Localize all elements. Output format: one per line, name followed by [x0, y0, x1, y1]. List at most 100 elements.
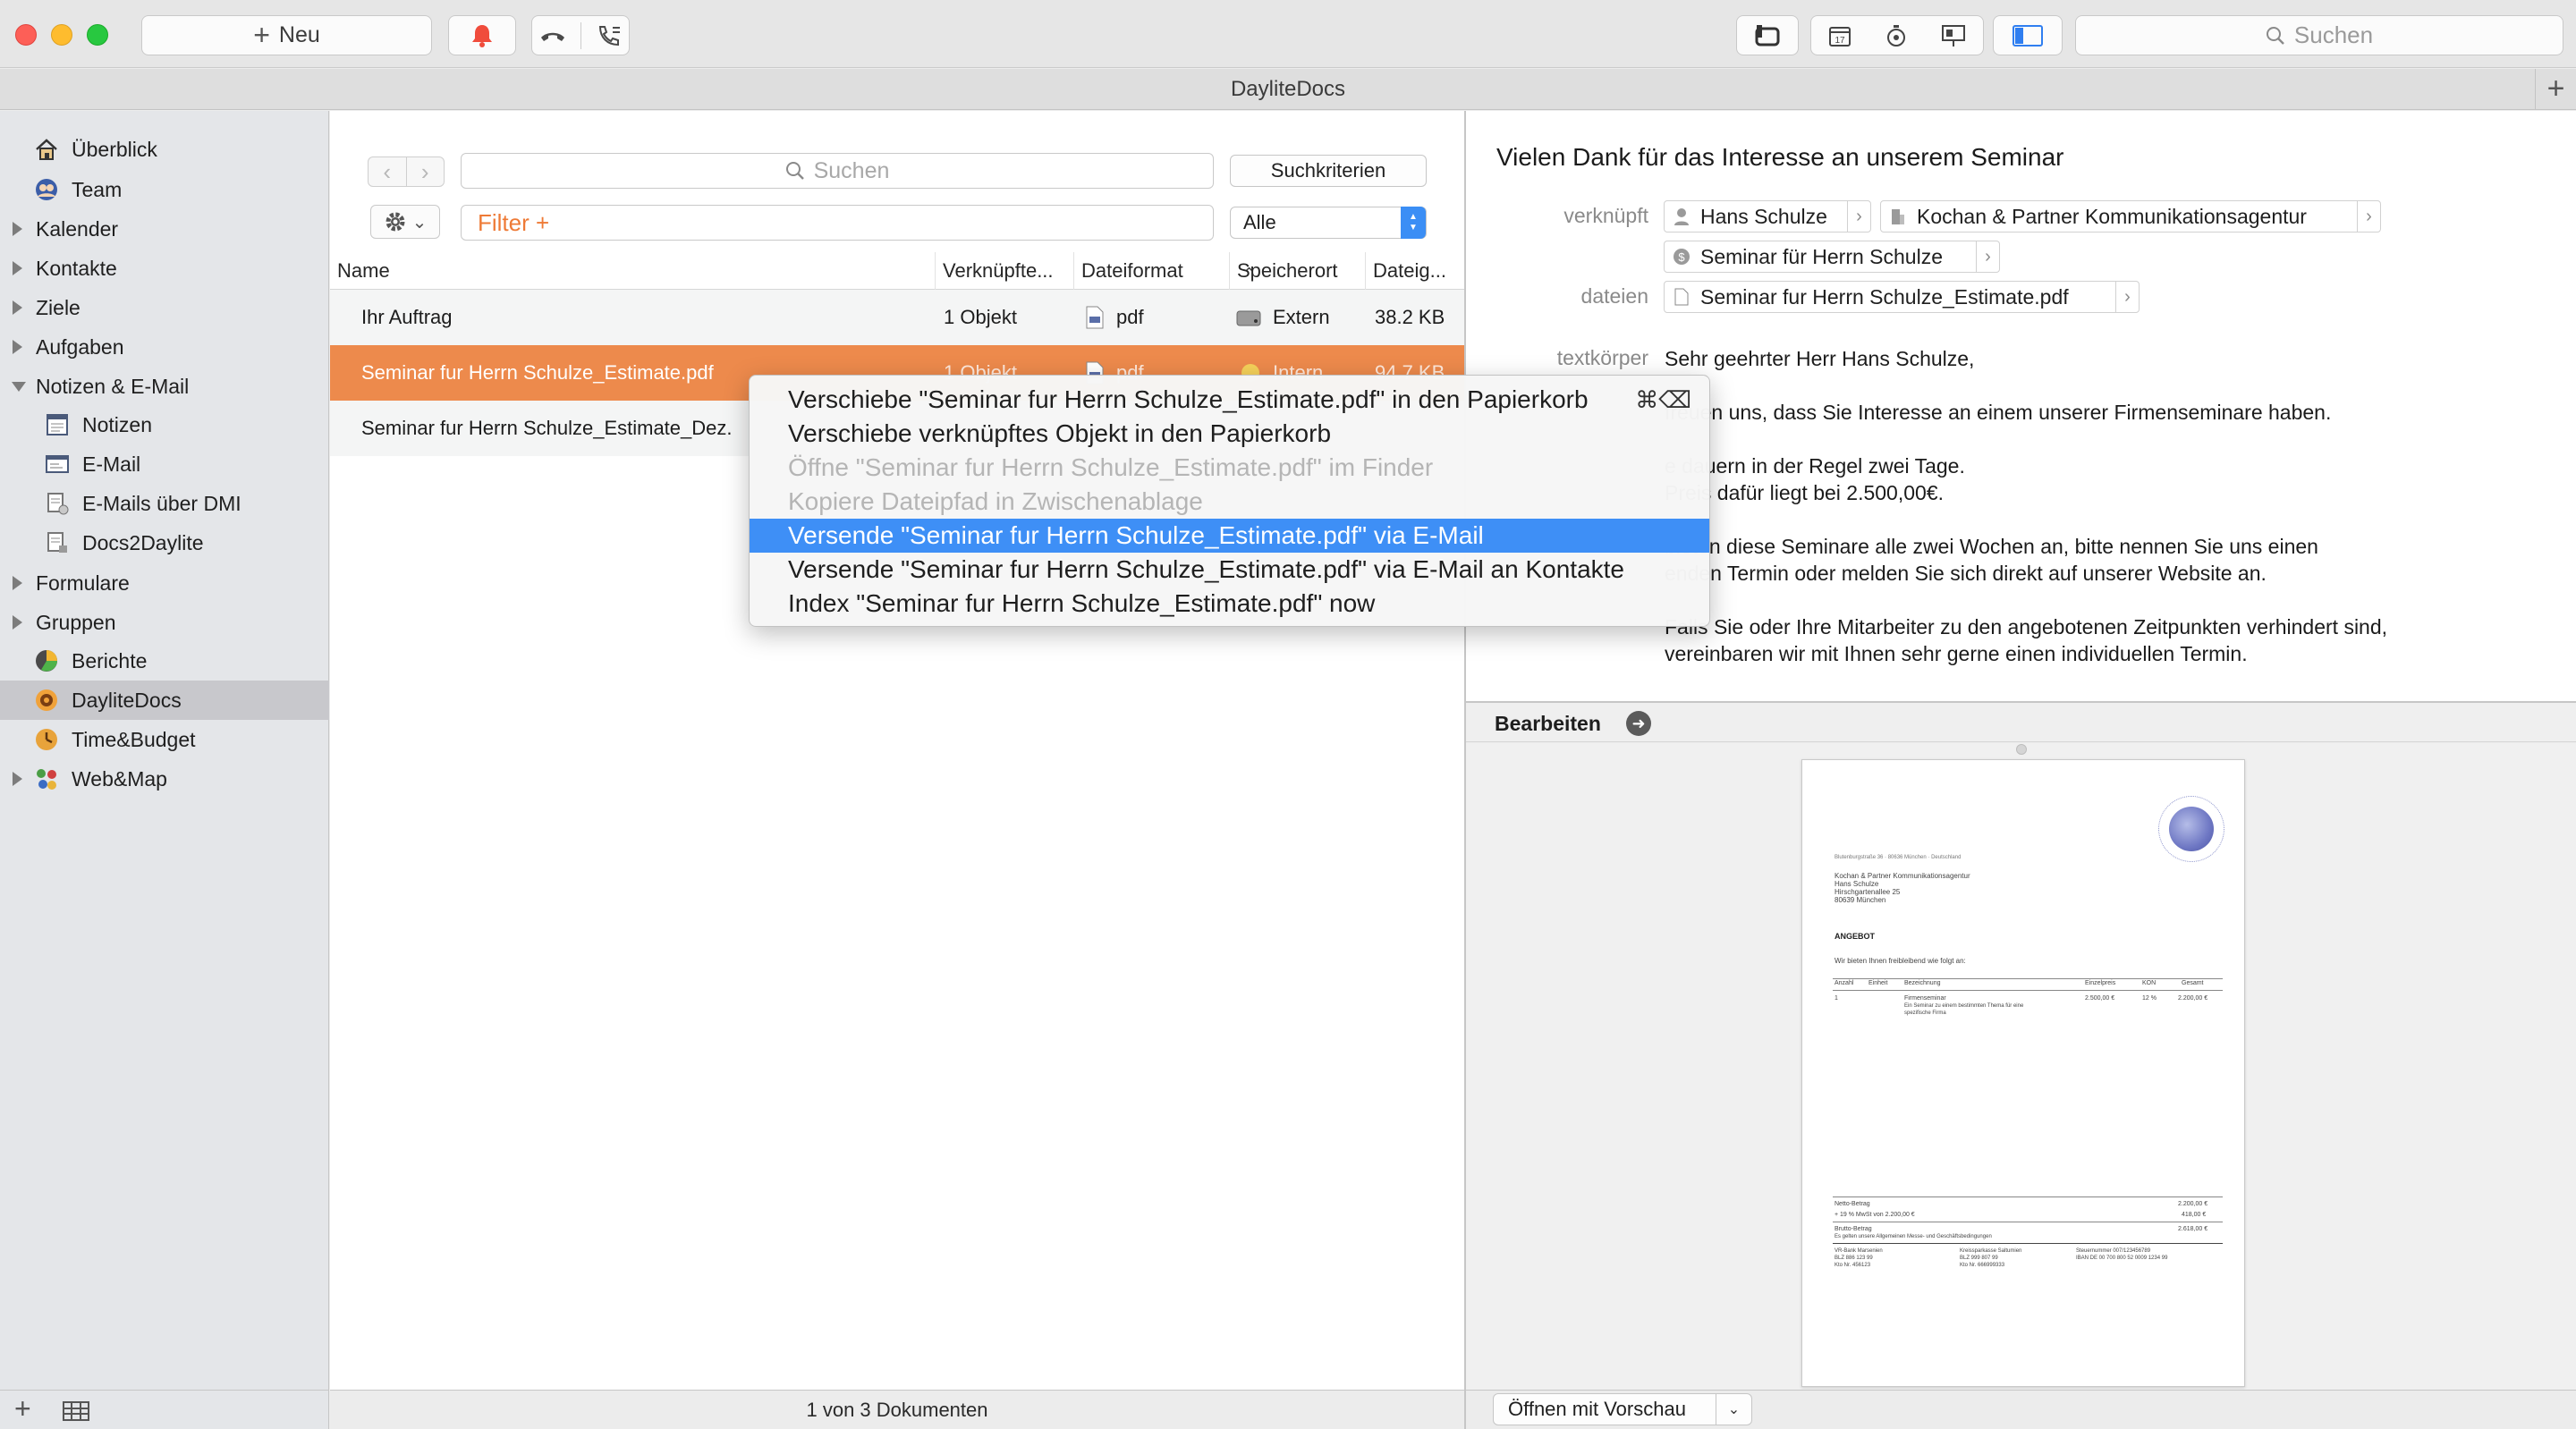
forward-arrow-icon[interactable]: ›	[405, 157, 445, 186]
sidebar-item-label: E-Mails über DMI	[82, 491, 242, 515]
arrow-right-circle-icon[interactable]: ➜	[1626, 711, 1651, 736]
pdf-col-header: Einzelpreis	[2085, 980, 2116, 986]
sidebar-item-daylitedocs[interactable]: DayliteDocs	[0, 681, 329, 720]
menu-item-send-via-email[interactable]: Versende "Seminar fur Herrn Schulze_Esti…	[750, 519, 1709, 553]
open-with-preview-button[interactable]: Öffnen mit Vorschau ⌄	[1493, 1393, 1752, 1425]
column-name[interactable]: Name	[330, 252, 929, 290]
sidebar-item-notes-email[interactable]: Notizen & E-Mail	[0, 367, 329, 406]
pdf-footer-text: Kto Nr. 666999333	[1960, 1263, 2005, 1268]
pdf-item-desc: Ein Seminar zu einem bestimmten Thema fü…	[1904, 1003, 2024, 1009]
sidebar-item-label: E-Mail	[82, 452, 141, 476]
tab-title[interactable]: DayliteDocs	[1231, 77, 1345, 102]
chevron-right-icon[interactable]: ›	[1976, 241, 1999, 272]
column-location[interactable]: Speicherort	[1229, 252, 1363, 290]
minimize-window-button[interactable]	[51, 24, 72, 46]
zoom-window-button[interactable]	[87, 24, 108, 46]
reports-icon	[36, 650, 57, 672]
disclosure-triangle-icon[interactable]	[13, 772, 22, 786]
timebudget-icon	[36, 729, 57, 750]
row-location: Extern	[1273, 306, 1330, 328]
body-line	[1665, 426, 2559, 452]
close-window-button[interactable]	[15, 24, 37, 46]
sidebar-item-email[interactable]: E-Mail	[0, 444, 329, 484]
linked-chip-company[interactable]: Kochan & Partner Kommunikationsagentur ›	[1880, 200, 2381, 233]
new-button[interactable]: + Neu	[141, 15, 432, 55]
sidebar-item-notes[interactable]: Notizen	[0, 405, 329, 444]
list-search-field[interactable]: Suchen	[461, 153, 1214, 189]
body-line: Sehr geehrter Herr Hans Schulze,	[1665, 347, 1975, 370]
column-format[interactable]: Dateiformat	[1073, 252, 1211, 290]
body-line: enden Termin oder melden Sie sich direkt…	[1665, 562, 2267, 585]
sidebar-item-tasks[interactable]: Aufgaben	[0, 327, 329, 367]
body-label: textkörper	[1556, 346, 1648, 369]
notifications-button[interactable]	[448, 15, 516, 55]
global-search-field[interactable]: Suchen	[2075, 15, 2563, 55]
sidebar-item-goals[interactable]: Ziele	[0, 288, 329, 327]
linked-chip-person[interactable]: Hans Schulze ›	[1664, 200, 1871, 233]
pdf-footer-text: BLZ 999 807 99	[1960, 1256, 1998, 1261]
daylite-link-icon	[1755, 24, 1780, 46]
sidebar-item-groups[interactable]: Gruppen	[0, 603, 329, 642]
call-buttons[interactable]	[531, 15, 630, 55]
table-row[interactable]: Ihr Auftrag 1 Objekt pdf Extern 38.2 KB	[330, 290, 1464, 345]
disclosure-triangle-icon[interactable]	[13, 300, 22, 315]
disclosure-triangle-icon[interactable]	[12, 382, 26, 392]
daylite-link-button[interactable]	[1736, 15, 1799, 55]
action-menu-button[interactable]: ⌄	[370, 205, 440, 239]
sidebar-item-timebudget[interactable]: Time&Budget	[0, 720, 329, 759]
list-search-placeholder: Suchen	[813, 157, 890, 183]
body-line	[1665, 506, 2559, 533]
scope-select[interactable]: Alle ▲ ▼	[1230, 207, 1427, 239]
menu-item-move-linked-to-trash[interactable]: Verschiebe verknüpftes Objekt in den Pap…	[750, 417, 1709, 451]
grid-view-icon[interactable]	[63, 1401, 89, 1421]
menu-item-move-to-trash[interactable]: Verschiebe "Seminar fur Herrn Schulze_Es…	[750, 383, 1709, 417]
body-line: Falls Sie oder Ihre Mitarbeiter zu den a…	[1665, 615, 2388, 638]
pdf-footer-text: Steuernummer 007/123456789	[2076, 1248, 2151, 1254]
add-sidebar-item-icon[interactable]: +	[14, 1392, 31, 1425]
column-size[interactable]: Dateig...	[1365, 252, 1464, 290]
email-body[interactable]: Sehr geehrter Herr Hans Schulze, freuen …	[1665, 345, 2559, 667]
sidebar-item-docs2daylite[interactable]: Docs2Daylite	[0, 523, 329, 562]
sidebar-item-emails-dmi[interactable]: E-Mails über DMI	[0, 484, 329, 523]
add-tab-button[interactable]: +	[2535, 69, 2576, 109]
chevron-right-icon[interactable]: ›	[2357, 201, 2380, 232]
disclosure-triangle-icon[interactable]	[13, 615, 22, 630]
body-line: Preis dafür liegt bei 2.500,00€.	[1665, 481, 1944, 504]
sidebar-item-label: Notizen	[82, 412, 152, 436]
edit-label[interactable]: Bearbeiten	[1495, 712, 1601, 736]
sidebar-item-calendar[interactable]: Kalender	[0, 209, 329, 249]
menu-item-index-now[interactable]: Index "Seminar fur Herrn Schulze_Estimat…	[750, 587, 1709, 621]
menu-item-send-email-to-contacts[interactable]: Versende "Seminar fur Herrn Schulze_Esti…	[750, 553, 1709, 587]
sidebar-item-team[interactable]: Team	[0, 170, 329, 209]
pdf-col-header: Anzahl	[1835, 980, 1854, 986]
column-linked[interactable]: Verknüpfte...	[935, 252, 1063, 290]
sidebar-item-webmap[interactable]: Web&Map	[0, 759, 329, 799]
disclosure-triangle-icon[interactable]	[13, 261, 22, 275]
sidebar-toggle-button[interactable]	[1993, 15, 2063, 55]
sidebar-item-overview[interactable]: Überblick	[0, 130, 329, 169]
sidebar-item-forms[interactable]: Formulare	[0, 563, 329, 603]
open-with-preview-label: Öffnen mit Vorschau	[1508, 1398, 1686, 1420]
disclosure-triangle-icon[interactable]	[13, 576, 22, 590]
docs-icon	[47, 532, 67, 553]
pdf-recipient-line: Hans Schulze	[1835, 880, 1879, 888]
resize-handle[interactable]	[2016, 744, 2027, 755]
disclosure-triangle-icon[interactable]	[13, 340, 22, 354]
pdf-netto-label: Netto-Betrag	[1835, 1201, 1870, 1207]
search-criteria-button[interactable]: Suchkriterien	[1230, 155, 1427, 187]
filter-field[interactable]: Filter +	[461, 205, 1214, 241]
linked-chip-opportunity[interactable]: $ Seminar für Herrn Schulze ›	[1664, 241, 2000, 273]
chevron-right-icon[interactable]: ›	[2115, 282, 2139, 312]
view-buttons[interactable]: 17	[1810, 15, 1984, 55]
disclosure-triangle-icon[interactable]	[13, 222, 22, 236]
sidebar-item-reports[interactable]: Berichte	[0, 641, 329, 681]
file-chip[interactable]: Seminar fur Herrn Schulze_Estimate.pdf ›	[1664, 281, 2140, 313]
sidebar-item-label: Web&Map	[72, 766, 167, 791]
new-button-label: Neu	[278, 22, 320, 47]
opportunity-icon: $	[1672, 247, 1691, 266]
menu-item-copy-path: Kopiere Dateipfad in Zwischenablage	[750, 485, 1709, 519]
chevron-down-icon[interactable]: ⌄	[1716, 1394, 1751, 1425]
back-arrow-icon[interactable]: ‹	[369, 157, 406, 186]
sidebar-item-contacts[interactable]: Kontakte	[0, 249, 329, 288]
chevron-right-icon[interactable]: ›	[1847, 201, 1870, 232]
